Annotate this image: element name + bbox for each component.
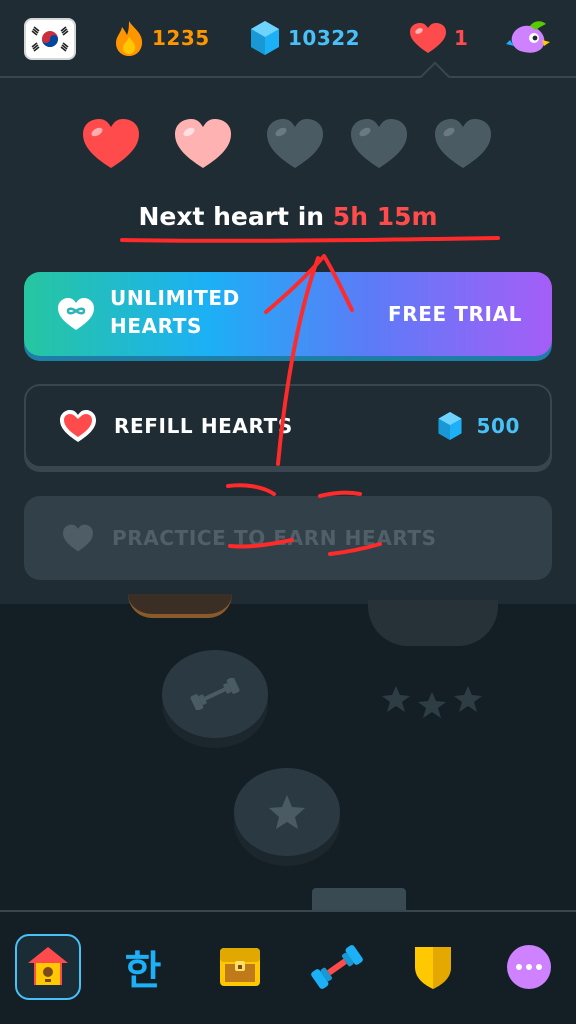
next-heart-prefix: Next heart in — [138, 202, 325, 231]
birdhouse-icon — [28, 947, 68, 985]
shield-icon — [415, 947, 451, 989]
refill-hearts-button[interactable]: REFILL HEARTS 500 — [24, 384, 552, 468]
hearts-counter[interactable]: 1 — [408, 18, 468, 58]
treasure-chest-icon — [220, 948, 260, 986]
nav-chest[interactable] — [207, 934, 273, 1000]
path-node-partial — [128, 594, 232, 618]
refill-cost: 500 — [436, 410, 520, 442]
free-trial-label: FREE TRIAL — [387, 302, 522, 326]
streak-count: 1235 — [152, 26, 210, 50]
flame-icon — [116, 21, 143, 56]
star-icon — [269, 795, 305, 829]
more-icon — [507, 945, 551, 989]
stars-decoration — [380, 682, 484, 722]
unlimited-hearts-line1: UNLIMITED — [110, 286, 240, 310]
heart-refilling-icon — [175, 119, 231, 168]
gems-counter[interactable]: 10322 — [248, 18, 360, 58]
next-heart-timer: Next heart in 5h 15m — [0, 202, 576, 231]
dumbbell-icon — [311, 945, 363, 989]
hearts-row — [0, 116, 576, 178]
korean-flag-icon — [28, 23, 72, 55]
nav-practice[interactable] — [304, 934, 370, 1000]
profile-button[interactable] — [506, 18, 552, 58]
heart-outline-icon — [58, 518, 98, 558]
locked-lesson-node[interactable] — [234, 768, 340, 856]
practice-node[interactable] — [162, 650, 268, 738]
heart-slot-2 — [172, 116, 234, 172]
gem-icon — [438, 412, 462, 440]
heart-icon — [58, 406, 98, 446]
nav-more[interactable] — [496, 934, 562, 1000]
nav-home[interactable] — [15, 934, 81, 1000]
refill-cost-value: 500 — [476, 414, 520, 438]
bottom-navigation: 한 — [0, 910, 576, 1024]
heart-icon — [410, 23, 446, 53]
heart-slot-1 — [80, 116, 142, 172]
practice-label: PRACTICE TO EARN HEARTS — [112, 526, 437, 550]
hearts-popover: Next heart in 5h 15m UNLIMITED HEARTS FR… — [0, 78, 576, 604]
gems-count: 10322 — [288, 26, 361, 50]
heart-slot-4 — [348, 116, 410, 172]
hearts-count: 1 — [454, 26, 469, 50]
chest-node-partial — [312, 888, 406, 910]
language-flag-button[interactable] — [24, 18, 76, 60]
nav-leagues[interactable] — [400, 934, 466, 1000]
hangul-icon: 한 — [124, 948, 162, 994]
unlimited-hearts-line2: HEARTS — [110, 314, 203, 338]
duo-character-icon — [506, 21, 550, 53]
heart-full-icon — [83, 119, 139, 168]
next-heart-time: 5h 15m — [332, 202, 438, 231]
heart-empty-icon — [351, 119, 407, 168]
nav-characters[interactable]: 한 — [110, 934, 176, 1000]
gem-icon — [251, 21, 279, 55]
heart-slot-3 — [264, 116, 326, 172]
streak-counter[interactable]: 1235 — [112, 18, 210, 58]
learning-path-background — [0, 594, 576, 910]
heart-slot-5 — [432, 116, 494, 172]
heart-empty-icon — [267, 119, 323, 168]
unlimited-hearts-label: UNLIMITED HEARTS — [110, 284, 240, 340]
unlimited-hearts-button[interactable]: UNLIMITED HEARTS FREE TRIAL — [24, 272, 552, 356]
refill-hearts-label: REFILL HEARTS — [114, 414, 293, 438]
practice-to-earn-hearts-button[interactable]: PRACTICE TO EARN HEARTS — [24, 496, 552, 580]
heart-empty-icon — [435, 119, 491, 168]
dumbbell-icon — [190, 678, 240, 710]
character-silhouette — [368, 600, 498, 646]
top-bar: 1235 10322 1 — [0, 0, 576, 78]
infinity-heart-icon — [56, 294, 96, 334]
stars-icon — [382, 686, 482, 718]
